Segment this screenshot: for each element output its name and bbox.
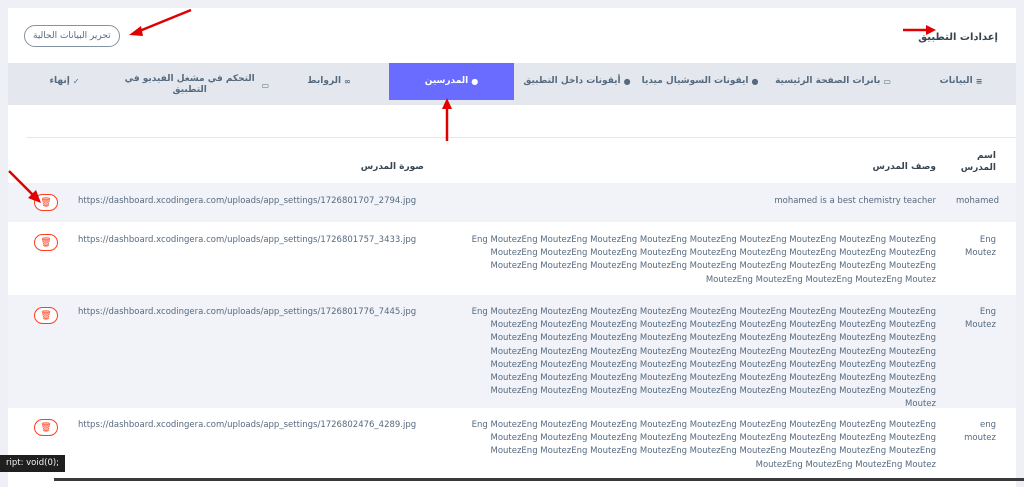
table-row: Eng Moutez Eng MoutezEng MoutezEng Moute…	[8, 222, 1016, 295]
trash-icon: 🗑	[40, 422, 52, 433]
tab-label: الروابط	[307, 76, 342, 86]
delete-button[interactable]: 🗑	[34, 307, 58, 324]
teacher-description: mohamed is a best chemistry teacher	[774, 196, 936, 206]
table-row: eng moutez Eng MoutezEng MoutezEng Moute…	[8, 408, 1016, 487]
teacher-name: Eng Moutez	[965, 235, 996, 259]
teacher-image-url: https://dashboard.xcodingera.com/uploads…	[78, 307, 417, 317]
tab-data[interactable]: ≡ البيانات	[906, 63, 1016, 100]
tab-teachers[interactable]: ● المدرسين	[389, 63, 514, 100]
tab-label: أيقونات داخل التطبيق	[523, 76, 621, 86]
teacher-description: Eng MoutezEng MoutezEng MoutezEng Moutez…	[471, 307, 936, 410]
tab-social-icons[interactable]: ● ايقونات السوشيال ميديا	[640, 63, 760, 100]
tab-finish[interactable]: ✓ إنهاء	[8, 63, 121, 100]
database-icon: ≡	[975, 77, 983, 86]
video-icon: ▭	[261, 80, 269, 90]
tab-home-banners[interactable]: ▭ بانرات الصفحة الرئيسية	[760, 63, 906, 100]
column-header-image: صورة المدرس	[360, 162, 424, 172]
link-icon: ∞	[344, 77, 351, 86]
trash-icon: 🗑	[40, 197, 52, 208]
info-icon: ●	[751, 77, 759, 86]
tab-label: البيانات	[939, 76, 973, 86]
teacher-description: Eng MoutezEng MoutezEng MoutezEng Moutez…	[471, 235, 936, 285]
column-header-name: اسم المدرس	[960, 151, 996, 173]
teacher-image-url: https://dashboard.xcodingera.com/uploads…	[78, 420, 417, 430]
teacher-description: Eng MoutezEng MoutezEng MoutezEng Moutez…	[471, 420, 936, 470]
teacher-name: mohamed	[956, 196, 999, 206]
settings-card: إعدادات التطبيق تحرير البيانات الحالية ≡…	[8, 8, 1016, 487]
table-top-divider	[26, 137, 1016, 138]
tab-in-app-icons[interactable]: ● أيقونات داخل التطبيق	[514, 63, 640, 100]
delete-button[interactable]: 🗑	[34, 234, 58, 251]
bottom-bar	[54, 478, 1024, 481]
teacher-name: Eng Moutez	[965, 307, 996, 331]
edit-current-data-button[interactable]: تحرير البيانات الحالية	[24, 25, 120, 47]
delete-button[interactable]: 🗑	[34, 419, 58, 436]
tab-label: المدرسين	[424, 76, 469, 86]
table-row: mohamed mohamed is a best chemistry teac…	[8, 183, 1016, 222]
teacher-name: eng moutez	[964, 420, 996, 444]
trash-icon: 🗑	[40, 310, 52, 321]
banner-icon: ▭	[883, 77, 891, 86]
status-link-preview: ript: void(0);	[0, 455, 66, 472]
user-icon: ●	[471, 77, 479, 86]
trash-icon: 🗑	[40, 237, 52, 248]
teacher-image-url: https://dashboard.xcodingera.com/uploads…	[78, 196, 417, 206]
table-row: Eng Moutez Eng MoutezEng MoutezEng Moute…	[8, 295, 1016, 409]
tab-links[interactable]: ∞ الروابط	[269, 63, 389, 100]
tab-label: إنهاء	[49, 76, 70, 86]
page-title: إعدادات التطبيق	[918, 32, 998, 43]
tab-label: التحكم في مشغل الفيديو في التطبيق	[124, 74, 255, 95]
tab-video-player[interactable]: ▭ التحكم في مشغل الفيديو في التطبيق	[121, 65, 269, 105]
info-icon: ●	[623, 77, 631, 86]
tab-label: ايقونات السوشيال ميديا	[641, 76, 749, 86]
tab-label: بانرات الصفحة الرئيسية	[775, 76, 881, 86]
check-circle-icon: ✓	[72, 77, 80, 86]
delete-button[interactable]: 🗑	[34, 194, 58, 211]
settings-tabs: ≡ البيانات ▭ بانرات الصفحة الرئيسية ● اي…	[8, 63, 1016, 105]
column-header-description: وصف المدرس	[872, 162, 936, 172]
teacher-image-url: https://dashboard.xcodingera.com/uploads…	[78, 235, 417, 245]
